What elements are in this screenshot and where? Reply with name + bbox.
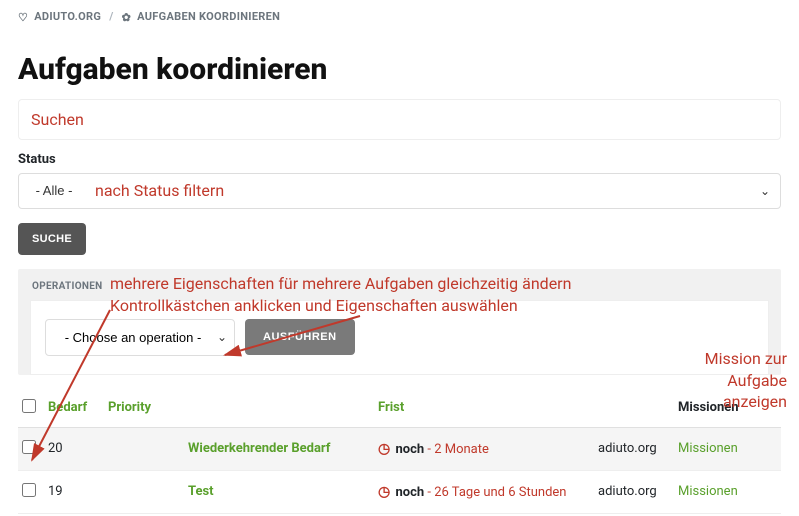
execute-button[interactable]: AUSFÜHREN (245, 319, 355, 355)
task-title-link[interactable]: Wiederkehrender Bedarf (188, 441, 330, 456)
col-title (184, 389, 374, 428)
cell-priority (104, 470, 184, 513)
select-all-checkbox[interactable] (22, 399, 36, 413)
heart-icon: ♡ (18, 11, 28, 24)
status-select[interactable]: - Alle - (19, 175, 89, 206)
col-priority[interactable]: Priority (104, 389, 184, 428)
chevron-down-icon: ⌄ (760, 184, 770, 198)
breadcrumb-site-label: ADIUTO.ORG (34, 10, 101, 23)
search-input-wrap[interactable]: Suchen (18, 99, 781, 140)
breadcrumb-current: ✿ AUFGABEN KOORDINIEREN (122, 10, 281, 24)
mission-link[interactable]: Missionen (678, 441, 738, 456)
operation-select[interactable]: - Choose an operation - (45, 319, 235, 356)
cell-bedarf: 19 (44, 470, 104, 513)
breadcrumb: ♡ ADIUTO.ORG / ✿ AUFGABEN KOORDINIEREN (0, 0, 799, 34)
page-title: Aufgaben koordinieren (0, 34, 799, 99)
cell-source: adiuto.org (594, 427, 674, 470)
col-bedarf[interactable]: Bedarf (44, 389, 104, 428)
cell-frist: ◷ noch - 26 Tage und 6 Stunden (374, 470, 594, 513)
clock-icon: ◷ (378, 484, 390, 500)
annotation-search: Suchen (31, 110, 84, 129)
cell-bedarf: 20 (44, 427, 104, 470)
row-checkbox[interactable] (22, 483, 36, 497)
col-source (594, 389, 674, 428)
annotation-status-filter: nach Status filtern (95, 181, 224, 200)
row-checkbox[interactable] (22, 440, 36, 454)
col-missionen: Missionen (674, 389, 781, 428)
tasks-table: Bedarf Priority Frist Missionen 20 Wiede… (18, 389, 781, 514)
gear-icon: ✿ (122, 11, 132, 24)
mission-link[interactable]: Missionen (678, 484, 738, 499)
cell-frist: ◷ noch - 2 Monate (374, 427, 594, 470)
col-frist[interactable]: Frist (374, 389, 594, 428)
status-label: Status (18, 152, 781, 167)
table-row: 19 Test ◷ noch - 26 Tage und 6 Stunden a… (18, 470, 781, 513)
operations-panel: OPERATIONEN - Choose an operation - ⌄ AU… (18, 269, 781, 375)
breadcrumb-home[interactable]: ♡ ADIUTO.ORG (18, 10, 101, 24)
cell-source: adiuto.org (594, 470, 674, 513)
search-button[interactable]: SUCHE (18, 223, 86, 255)
clock-icon: ◷ (378, 441, 390, 457)
breadcrumb-page-label: AUFGABEN KOORDINIEREN (137, 10, 280, 23)
breadcrumb-sep: / (109, 10, 113, 23)
table-row: 20 Wiederkehrender Bedarf ◷ noch - 2 Mon… (18, 427, 781, 470)
task-title-link[interactable]: Test (188, 484, 214, 499)
operations-body: - Choose an operation - ⌄ AUSFÜHREN (30, 300, 769, 375)
cell-priority (104, 427, 184, 470)
table-header-row: Bedarf Priority Frist Missionen (18, 389, 781, 428)
status-select-row: - Alle - nach Status filtern ⌄ (18, 173, 781, 209)
operations-panel-label: OPERATIONEN (18, 269, 781, 300)
